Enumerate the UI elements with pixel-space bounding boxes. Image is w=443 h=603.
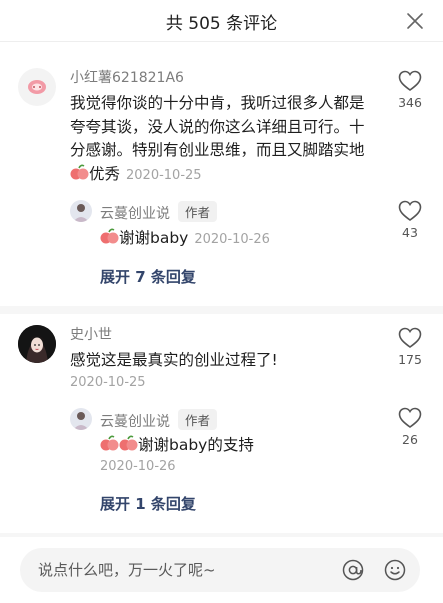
reply-username[interactable]: 云蔓创业说 [100, 414, 170, 430]
reply-avatar[interactable] [70, 200, 92, 222]
smile-icon[interactable] [384, 559, 406, 581]
like-count: 175 [398, 352, 422, 367]
peach-emoji-icon [70, 164, 89, 179]
comment-divider [0, 533, 443, 537]
reply-timestamp: 2020-10-26 [194, 232, 270, 247]
comments-header: 共 505 条评论 [0, 0, 443, 42]
comment-timestamp: 2020-10-25 [70, 375, 146, 390]
comment-divider [0, 306, 443, 314]
like-count: 346 [398, 95, 422, 110]
avatar[interactable] [18, 68, 56, 106]
close-icon[interactable] [405, 11, 425, 31]
heart-outline-icon [398, 70, 422, 91]
like-button[interactable]: 175 [389, 327, 431, 367]
like-button[interactable]: 346 [389, 70, 431, 110]
like-count: 26 [402, 432, 418, 447]
comment-input[interactable] [38, 548, 328, 592]
author-badge: 作者 [178, 409, 218, 430]
heart-outline-icon [398, 200, 422, 221]
comment-timestamp: 2020-10-25 [126, 167, 202, 183]
comment-username[interactable]: 史小世 [70, 324, 112, 344]
peach-emoji-icon [119, 435, 138, 451]
like-count: 43 [402, 225, 418, 240]
reply-avatar[interactable] [70, 408, 92, 430]
peach-emoji-icon [100, 435, 119, 451]
reply-header: 云蔓创业说 作者 [100, 409, 218, 431]
heart-outline-icon [398, 327, 422, 348]
avatar[interactable] [18, 325, 56, 363]
heart-outline-icon [398, 407, 422, 428]
reply-like-button[interactable]: 26 [389, 407, 431, 447]
comments-count-title: 共 505 条评论 [165, 14, 278, 34]
at-icon[interactable] [342, 559, 364, 581]
comment-text: 感觉这是最真实的创业过程了! [70, 351, 278, 369]
author-badge: 作者 [178, 201, 218, 222]
comment-input-bar [20, 548, 420, 592]
reply-username[interactable]: 云蔓创业说 [100, 206, 170, 222]
reply-header: 云蔓创业说 作者 [100, 201, 218, 223]
reply-text: 谢谢baby的支持 [100, 434, 360, 458]
reply-like-button[interactable]: 43 [389, 200, 431, 240]
peach-emoji-icon [100, 228, 119, 244]
reply-text: 谢谢baby 2020-10-26 [100, 227, 360, 252]
expand-replies-link[interactable]: 展开 1 条回复 [100, 493, 196, 514]
reply-timestamp: 2020-10-26 [100, 459, 176, 474]
expand-replies-link[interactable]: 展开 7 条回复 [100, 266, 196, 287]
comment-text: 我觉得你谈的十分中肯，我听过很多人都是夸夸其谈，没人说的你这么详细且可行。十分感… [70, 94, 365, 183]
comment-username[interactable]: 小红薯621821A6 [70, 67, 184, 87]
